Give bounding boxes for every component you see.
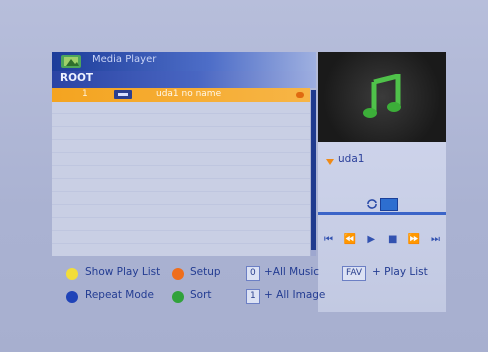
- tv-screen: Media Player ROOT 1 uda1 no name uda1 ⏮ …: [0, 0, 488, 352]
- list-item-selected[interactable]: 1 uda1 no name: [52, 88, 310, 102]
- media-player-app-icon: [61, 55, 81, 68]
- rewind-icon[interactable]: ⏪: [341, 234, 358, 246]
- path-bar: ROOT: [52, 71, 316, 88]
- selection-marker-icon: [296, 92, 304, 98]
- progress-bar: [318, 212, 446, 215]
- drive-bullet-icon: [326, 159, 334, 165]
- music-note-icon: [363, 74, 401, 118]
- repeat-icon: [367, 199, 377, 209]
- media-player-panel: Media Player ROOT 1 uda1 no name uda1 ⏮ …: [52, 52, 446, 312]
- key-1: 1: [246, 289, 260, 304]
- key-0: 0: [246, 266, 260, 281]
- yellow-button-icon: [66, 268, 78, 280]
- window-title: Media Player: [92, 54, 157, 65]
- button-legend: Show Play List Setup Repeat Mode Sort 0 …: [52, 260, 446, 312]
- last-icon[interactable]: ⏭: [427, 234, 444, 246]
- all-music-label: +All Music: [264, 266, 320, 278]
- blue-button-icon: [66, 291, 78, 303]
- key-fav: FAV: [342, 266, 367, 281]
- setup-label: Setup: [190, 266, 221, 278]
- title-bar: Media Player: [52, 52, 316, 72]
- fast-forward-icon[interactable]: ⏩: [406, 234, 423, 246]
- file-list: 1 uda1 no name: [52, 88, 310, 256]
- list-item-name: uda1 no name: [156, 89, 222, 99]
- usb-icon: [114, 90, 132, 99]
- all-image-label: + All Image: [264, 289, 326, 301]
- current-path: ROOT: [60, 72, 94, 84]
- orange-button-icon: [172, 268, 184, 280]
- play-icon[interactable]: ▶: [363, 234, 380, 246]
- scrollbar[interactable]: [311, 90, 316, 256]
- show-play-list-label: Show Play List: [85, 266, 161, 278]
- first-icon[interactable]: ⏮: [320, 234, 337, 246]
- folder-icon: [380, 198, 398, 211]
- play-list-label: + Play List: [372, 266, 428, 278]
- list-item-index: 1: [82, 89, 88, 99]
- scrollbar-thumb[interactable]: [311, 90, 316, 250]
- green-button-icon: [172, 291, 184, 303]
- repeat-mode-label: Repeat Mode: [85, 289, 154, 301]
- stop-icon[interactable]: ■: [384, 234, 401, 246]
- sort-label: Sort: [190, 289, 212, 301]
- preview-pane: [318, 52, 446, 142]
- drive-label: uda1: [338, 153, 365, 165]
- transport-controls: ⏮ ⏪ ▶ ■ ⏩ ⏭: [318, 234, 446, 250]
